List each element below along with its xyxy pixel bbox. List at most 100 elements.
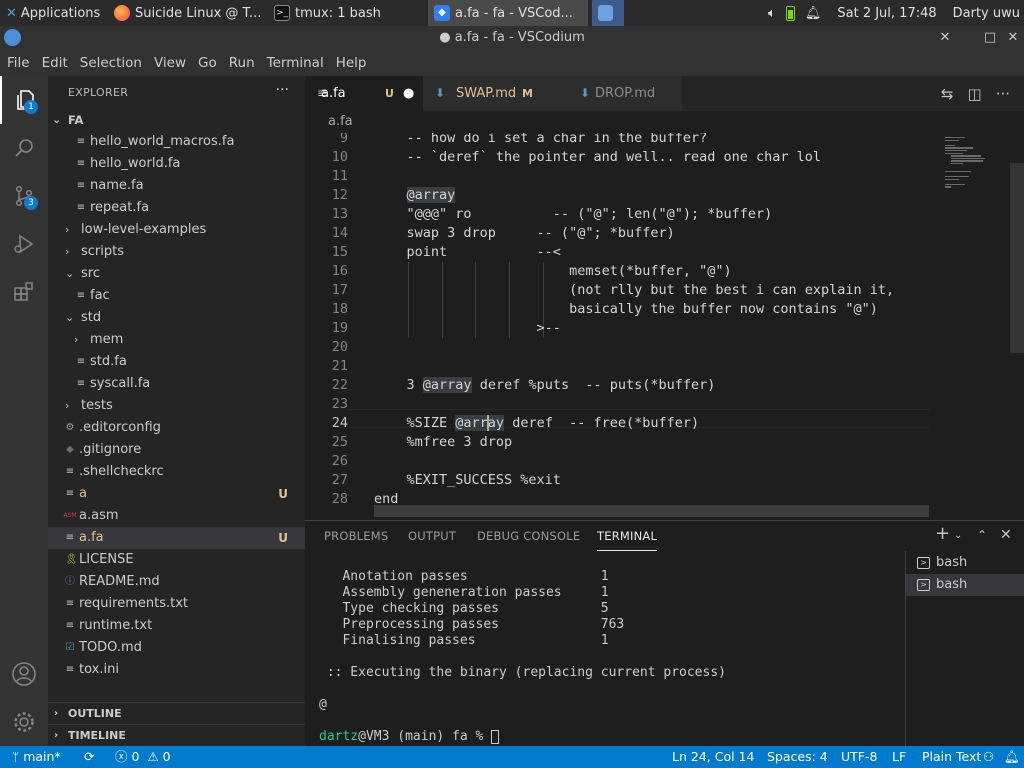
user-menu[interactable]: Darty uwu: [953, 6, 1020, 21]
tree-file[interactable]: ≡ a.fa U: [48, 527, 305, 549]
code-line[interactable]: basically the buffer now contains "@"): [374, 300, 878, 319]
tree-file[interactable]: ≡ requirements.txt: [48, 593, 305, 615]
menu-go[interactable]: Go: [192, 50, 223, 76]
chevron-down-icon[interactable]: ⌄: [954, 530, 962, 541]
tab-output[interactable]: OUTPUT: [408, 529, 456, 543]
tree-folder[interactable]: ⌄ std: [48, 307, 305, 329]
tree-folder[interactable]: › low-level-examples: [48, 219, 305, 241]
tree-file[interactable]: ≡ name.fa: [48, 175, 305, 197]
more-actions-icon[interactable]: ···: [276, 82, 289, 98]
code-line[interactable]: -- how do i set a char in the buffer?: [374, 133, 708, 148]
tree-folder[interactable]: › scripts: [48, 241, 305, 263]
volume-icon[interactable]: 🔈︎: [768, 6, 776, 21]
taskbar-item-vscodium[interactable]: ◆ a.fa - fa - VSCod...: [428, 0, 588, 26]
tree-file[interactable]: ☑ TODO.md: [48, 637, 305, 659]
breadcrumb[interactable]: a.fa: [305, 111, 1024, 133]
maximize-icon[interactable]: □: [980, 28, 1000, 48]
language-mode[interactable]: Plain Text: [922, 746, 981, 768]
menu-run[interactable]: Run: [223, 50, 261, 76]
tree-file[interactable]: ≡ syscall.fa: [48, 373, 305, 395]
menu-view[interactable]: View: [148, 50, 192, 76]
tree-file[interactable]: ≡ runtime.txt: [48, 615, 305, 637]
tab-debug-console[interactable]: DEBUG CONSOLE: [477, 529, 580, 543]
search-button[interactable]: [0, 124, 48, 172]
extensions-button[interactable]: [0, 268, 48, 316]
branch-indicator[interactable]: ᛘ main*: [12, 746, 61, 768]
menu-edit[interactable]: Edit: [36, 50, 74, 76]
tab-a-fa[interactable]: ≡ a.fa U ●: [305, 76, 423, 111]
tree-file[interactable]: ≡ hello_world_macros.fa: [48, 131, 305, 153]
tab-terminal[interactable]: TERMINAL: [597, 529, 658, 551]
code-line[interactable]: %EXIT_SUCCESS %exit: [374, 471, 561, 490]
code-line[interactable]: (not rlly but the best i can explain it,: [374, 281, 894, 300]
code-editor[interactable]: 9 -- how do i set a char in the buffer? 1…: [305, 133, 1024, 520]
vertical-scrollbar[interactable]: [1010, 163, 1024, 353]
applications-menu[interactable]: ✕ Applications: [0, 0, 108, 26]
taskbar-item-tmux[interactable]: >_ tmux: 1 bash: [268, 0, 428, 26]
explorer-button[interactable]: 1: [0, 76, 48, 124]
tab-problems[interactable]: PROBLEMS: [324, 529, 388, 543]
dirty-indicator-icon[interactable]: ●: [403, 76, 414, 111]
menu-terminal[interactable]: Terminal: [261, 50, 330, 76]
tree-file[interactable]: ⚙ .editorconfig: [48, 417, 305, 439]
code-line[interactable]: point --<: [374, 243, 561, 262]
horizontal-scrollbar[interactable]: [374, 505, 929, 517]
problems-indicator[interactable]: ⓧ 0 ⚠ 0: [115, 746, 171, 768]
feedback-icon[interactable]: ⚇: [983, 746, 994, 768]
code-line[interactable]: >--: [374, 319, 561, 338]
code-line[interactable]: "@@@" ro -- ("@"; len("@"); *buffer): [374, 205, 773, 224]
more-actions-icon[interactable]: ···: [996, 85, 1010, 103]
tree-file[interactable]: 🎗︎ LICENSE: [48, 549, 305, 571]
tree-file[interactable]: ⓘ README.md: [48, 571, 305, 593]
indentation[interactable]: Spaces: 4: [767, 746, 828, 768]
tree-folder[interactable]: › mem: [48, 329, 305, 351]
timeline-section[interactable]: › TIMELINE: [48, 724, 305, 746]
taskbar-item-blank[interactable]: [592, 0, 624, 26]
code-line[interactable]: memset(*buffer, "@"): [374, 262, 732, 281]
accounts-button[interactable]: [0, 650, 48, 698]
tree-file[interactable]: ASM a.asm: [48, 505, 305, 527]
run-debug-button[interactable]: [0, 220, 48, 268]
tab-drop-md[interactable]: ⬇︎ DROP.md: [564, 76, 682, 111]
breadcrumb-file[interactable]: a.fa: [328, 114, 353, 129]
menu-file[interactable]: File: [1, 50, 36, 76]
new-terminal-icon[interactable]: +: [935, 523, 950, 544]
terminal-prompt[interactable]: dartz@VM3 (main) fa %: [319, 729, 500, 745]
terminal-item[interactable]: > bash: [906, 552, 1024, 574]
tree-folder[interactable]: ⌄ src: [48, 263, 305, 285]
close-window-icon[interactable]: ✕: [1003, 28, 1023, 48]
terminal-item[interactable]: > bash: [906, 574, 1024, 596]
tree-file[interactable]: ≡ hello_world.fa: [48, 153, 305, 175]
battery-icon[interactable]: [785, 5, 795, 21]
cursor-position[interactable]: Ln 24, Col 14: [672, 746, 754, 768]
split-editor-icon[interactable]: ◫: [968, 85, 982, 103]
close-panel-icon[interactable]: ✕: [1000, 527, 1012, 543]
tree-file[interactable]: ≡ fac: [48, 285, 305, 307]
tab-swap-md[interactable]: ⬇︎ SWAP.md M: [423, 76, 564, 111]
menu-help[interactable]: Help: [330, 50, 373, 76]
tree-file[interactable]: ≡ tox.ini: [48, 659, 305, 681]
tree-file[interactable]: ≡ .shellcheckrc: [48, 461, 305, 483]
close-icon[interactable]: ✕: [935, 28, 955, 48]
minimap[interactable]: [935, 133, 1015, 520]
tree-file[interactable]: ◆ .gitignore: [48, 439, 305, 461]
folder-root[interactable]: ⌄ FA: [48, 109, 305, 131]
code-line[interactable]: swap 3 drop -- ("@"; *buffer): [374, 224, 675, 243]
code-line[interactable]: 3 @array deref %puts -- puts(*buffer): [374, 376, 715, 395]
code-line[interactable]: @array: [374, 186, 456, 205]
line-ending[interactable]: LF: [892, 746, 906, 768]
notifications-bell-icon[interactable]: 🔔︎: [1004, 746, 1020, 768]
outline-section[interactable]: › OUTLINE: [48, 702, 305, 724]
code-line[interactable]: -- `deref` the pointer and well.. read o…: [374, 148, 822, 167]
tree-file[interactable]: ≡ std.fa: [48, 351, 305, 373]
source-control-button[interactable]: 3: [0, 172, 48, 220]
tree-folder[interactable]: › tests: [48, 395, 305, 417]
menu-selection[interactable]: Selection: [74, 50, 148, 76]
manage-button[interactable]: [0, 698, 48, 746]
code-line[interactable]: %SIZE @array deref -- free(*buffer): [374, 414, 699, 433]
notification-bell-icon[interactable]: 🔔︎: [805, 6, 822, 21]
taskbar-item-firefox[interactable]: Suicide Linux @ T...: [108, 0, 268, 26]
maximize-panel-icon[interactable]: ⌃: [977, 528, 987, 542]
sync-icon[interactable]: ⟳: [84, 746, 94, 768]
tree-file[interactable]: ≡ repeat.fa: [48, 197, 305, 219]
